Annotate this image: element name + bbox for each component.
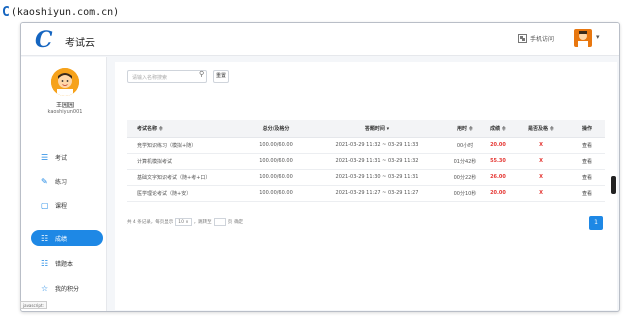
user-name: 王园园	[55, 102, 74, 109]
view-button[interactable]: 查看	[569, 137, 605, 154]
chevron-down-icon[interactable]: ▾	[596, 33, 600, 41]
sidebar-item-wrong-questions[interactable]: ☷ 错题本	[31, 255, 103, 271]
exam-name: 计算机模拟考试	[127, 153, 245, 170]
app-title: 考试云	[65, 38, 95, 49]
grade: 26.00	[483, 169, 513, 186]
grade: 20.00	[483, 185, 513, 202]
scores-table: 考试名称 ≑ 总分/及格分 答题时间 ▾ 用时 ≑ 成绩 ≑ 是否及格 ≑ 操作…	[127, 120, 605, 202]
fail-mark-icon: X	[513, 153, 569, 170]
sidebar-item-exam[interactable]: ☰ 考试	[31, 149, 103, 165]
sidebar-item-label: 考试	[55, 154, 68, 162]
grade: 20.00	[483, 137, 513, 154]
watermark-text: (kaoshiyun.com.cn)	[10, 6, 120, 18]
table-row: 基础文字知识考试（随+考+口） 100.00/60.00 2021-03-29 …	[127, 169, 605, 186]
page-size-select[interactable]: 10 ∨	[175, 218, 192, 226]
sidebar: 王园园 kaoshiyun001 ☰ 考试 ✎ 练习 ▢ 课程 ☷ 成绩 ☷ 错…	[21, 57, 107, 311]
sidebar-item-label: 成绩	[55, 235, 68, 243]
answer-time: 2021-03-29 11:30 ~ 03-29 11:31	[307, 169, 447, 186]
sidebar-item-course[interactable]: ▢ 课程	[31, 197, 103, 213]
sidebar-item-scores[interactable]: ☷ 成绩	[31, 230, 103, 246]
kaoshiyun-logo-icon: C	[2, 4, 10, 20]
sidebar-item-label: 我的积分	[55, 285, 80, 293]
duration: 00分22秒	[447, 169, 483, 186]
view-button[interactable]: 查看	[569, 153, 605, 170]
points-icon: ☆	[41, 283, 49, 293]
app-logo-icon[interactable]: C	[35, 29, 53, 51]
exam-name: 基础文字知识考试（随+考+口）	[127, 169, 245, 186]
duration: 00小时	[447, 137, 483, 154]
wrong-questions-icon: ☷	[41, 258, 49, 268]
sidebar-item-label: 错题本	[55, 260, 74, 268]
page-suffix: 页	[227, 220, 233, 225]
fail-mark-icon: X	[513, 169, 569, 186]
confirm-button[interactable]: 确定	[234, 219, 243, 225]
answer-time: 2021-03-29 11:31 ~ 03-29 11:32	[307, 153, 447, 170]
mobile-visit-link[interactable]: 手机访问	[518, 34, 554, 43]
col-duration[interactable]: 用时 ≑	[447, 120, 483, 138]
sidebar-item-label: 练习	[55, 178, 68, 186]
status-bar: javascript:	[20, 301, 47, 309]
pagination: 共 4 条记录，每页显示 10 ∨ ，跳转至 页 确定	[127, 218, 243, 226]
profile-avatar	[51, 68, 79, 96]
sidebar-item-label: 课程	[55, 202, 68, 210]
col-score-pass: 总分/及格分	[245, 120, 307, 138]
mobile-visit-label: 手机访问	[530, 36, 555, 43]
app-window: C 考试云 手机访问 ▾ 王园园 kaoshiyun001 ☰ 考试 ✎ 练习 …	[20, 22, 620, 312]
exam-name: 竞学知识练习（模拟+随）	[127, 137, 245, 154]
watermark: C (kaoshiyun.com.cn)	[2, 4, 119, 20]
grade: 55.30	[483, 153, 513, 170]
duration: 01分42秒	[447, 153, 483, 170]
record-summary: 共 4 条记录，每页显示	[127, 220, 174, 225]
col-exam-name[interactable]: 考试名称 ≑	[127, 120, 245, 138]
fail-mark-icon: X	[513, 185, 569, 202]
user-avatar-icon[interactable]	[574, 29, 592, 47]
view-button[interactable]: 查看	[569, 169, 605, 186]
col-grade[interactable]: 成绩 ≑	[483, 120, 513, 138]
user-id: kaoshiyun001	[47, 109, 83, 115]
score-pass: 100.00/60.00	[245, 169, 307, 186]
view-button[interactable]: 查看	[569, 185, 605, 202]
reset-button[interactable]: 重置	[213, 70, 229, 83]
page-button-1[interactable]: 1	[589, 216, 603, 230]
col-action: 操作	[569, 120, 605, 138]
table-row: 竞学知识练习（模拟+随） 100.00/60.00 2021-03-29 11:…	[127, 137, 605, 154]
table-header-row: 考试名称 ≑ 总分/及格分 答题时间 ▾ 用时 ≑ 成绩 ≑ 是否及格 ≑ 操作	[127, 120, 605, 138]
jump-label: ，跳转至	[193, 220, 212, 225]
duration: 00分10秒	[447, 185, 483, 202]
practice-icon: ✎	[41, 176, 48, 186]
search-input[interactable]: 请输入名称搜索	[127, 70, 207, 83]
col-passed[interactable]: 是否及格 ≑	[513, 120, 569, 138]
main-content: 请输入名称搜索 ⚲ 重置 考试名称 ≑ 总分/及格分 答题时间 ▾ 用时 ≑ 成…	[115, 62, 617, 310]
col-answer-time[interactable]: 答题时间 ▾	[307, 120, 447, 138]
qr-code-icon	[518, 34, 527, 43]
answer-time: 2021-03-29 11:27 ~ 03-29 11:27	[307, 185, 447, 202]
scores-icon: ☷	[41, 233, 49, 243]
page-jump-input[interactable]	[213, 218, 226, 226]
top-bar: C 考试云 手机访问 ▾	[21, 23, 619, 56]
table-row: 医学理论考试（随+安） 100.00/60.00 2021-03-29 11:2…	[127, 185, 605, 202]
score-pass: 100.00/60.00	[245, 153, 307, 170]
side-scroll-handle[interactable]	[611, 176, 616, 194]
search-icon[interactable]: ⚲	[199, 70, 204, 78]
table-row: 计算机模拟考试 100.00/60.00 2021-03-29 11:31 ~ …	[127, 153, 605, 170]
sidebar-item-points[interactable]: ☆ 我的积分	[31, 280, 103, 296]
fail-mark-icon: X	[513, 137, 569, 154]
score-pass: 100.00/60.00	[245, 137, 307, 154]
score-pass: 100.00/60.00	[245, 185, 307, 202]
exam-icon: ☰	[41, 152, 49, 162]
answer-time: 2021-03-29 11:32 ~ 03-29 11:33	[307, 137, 447, 154]
course-icon: ▢	[41, 200, 49, 210]
sidebar-item-practice[interactable]: ✎ 练习	[31, 173, 103, 189]
exam-name: 医学理论考试（随+安）	[127, 185, 245, 202]
